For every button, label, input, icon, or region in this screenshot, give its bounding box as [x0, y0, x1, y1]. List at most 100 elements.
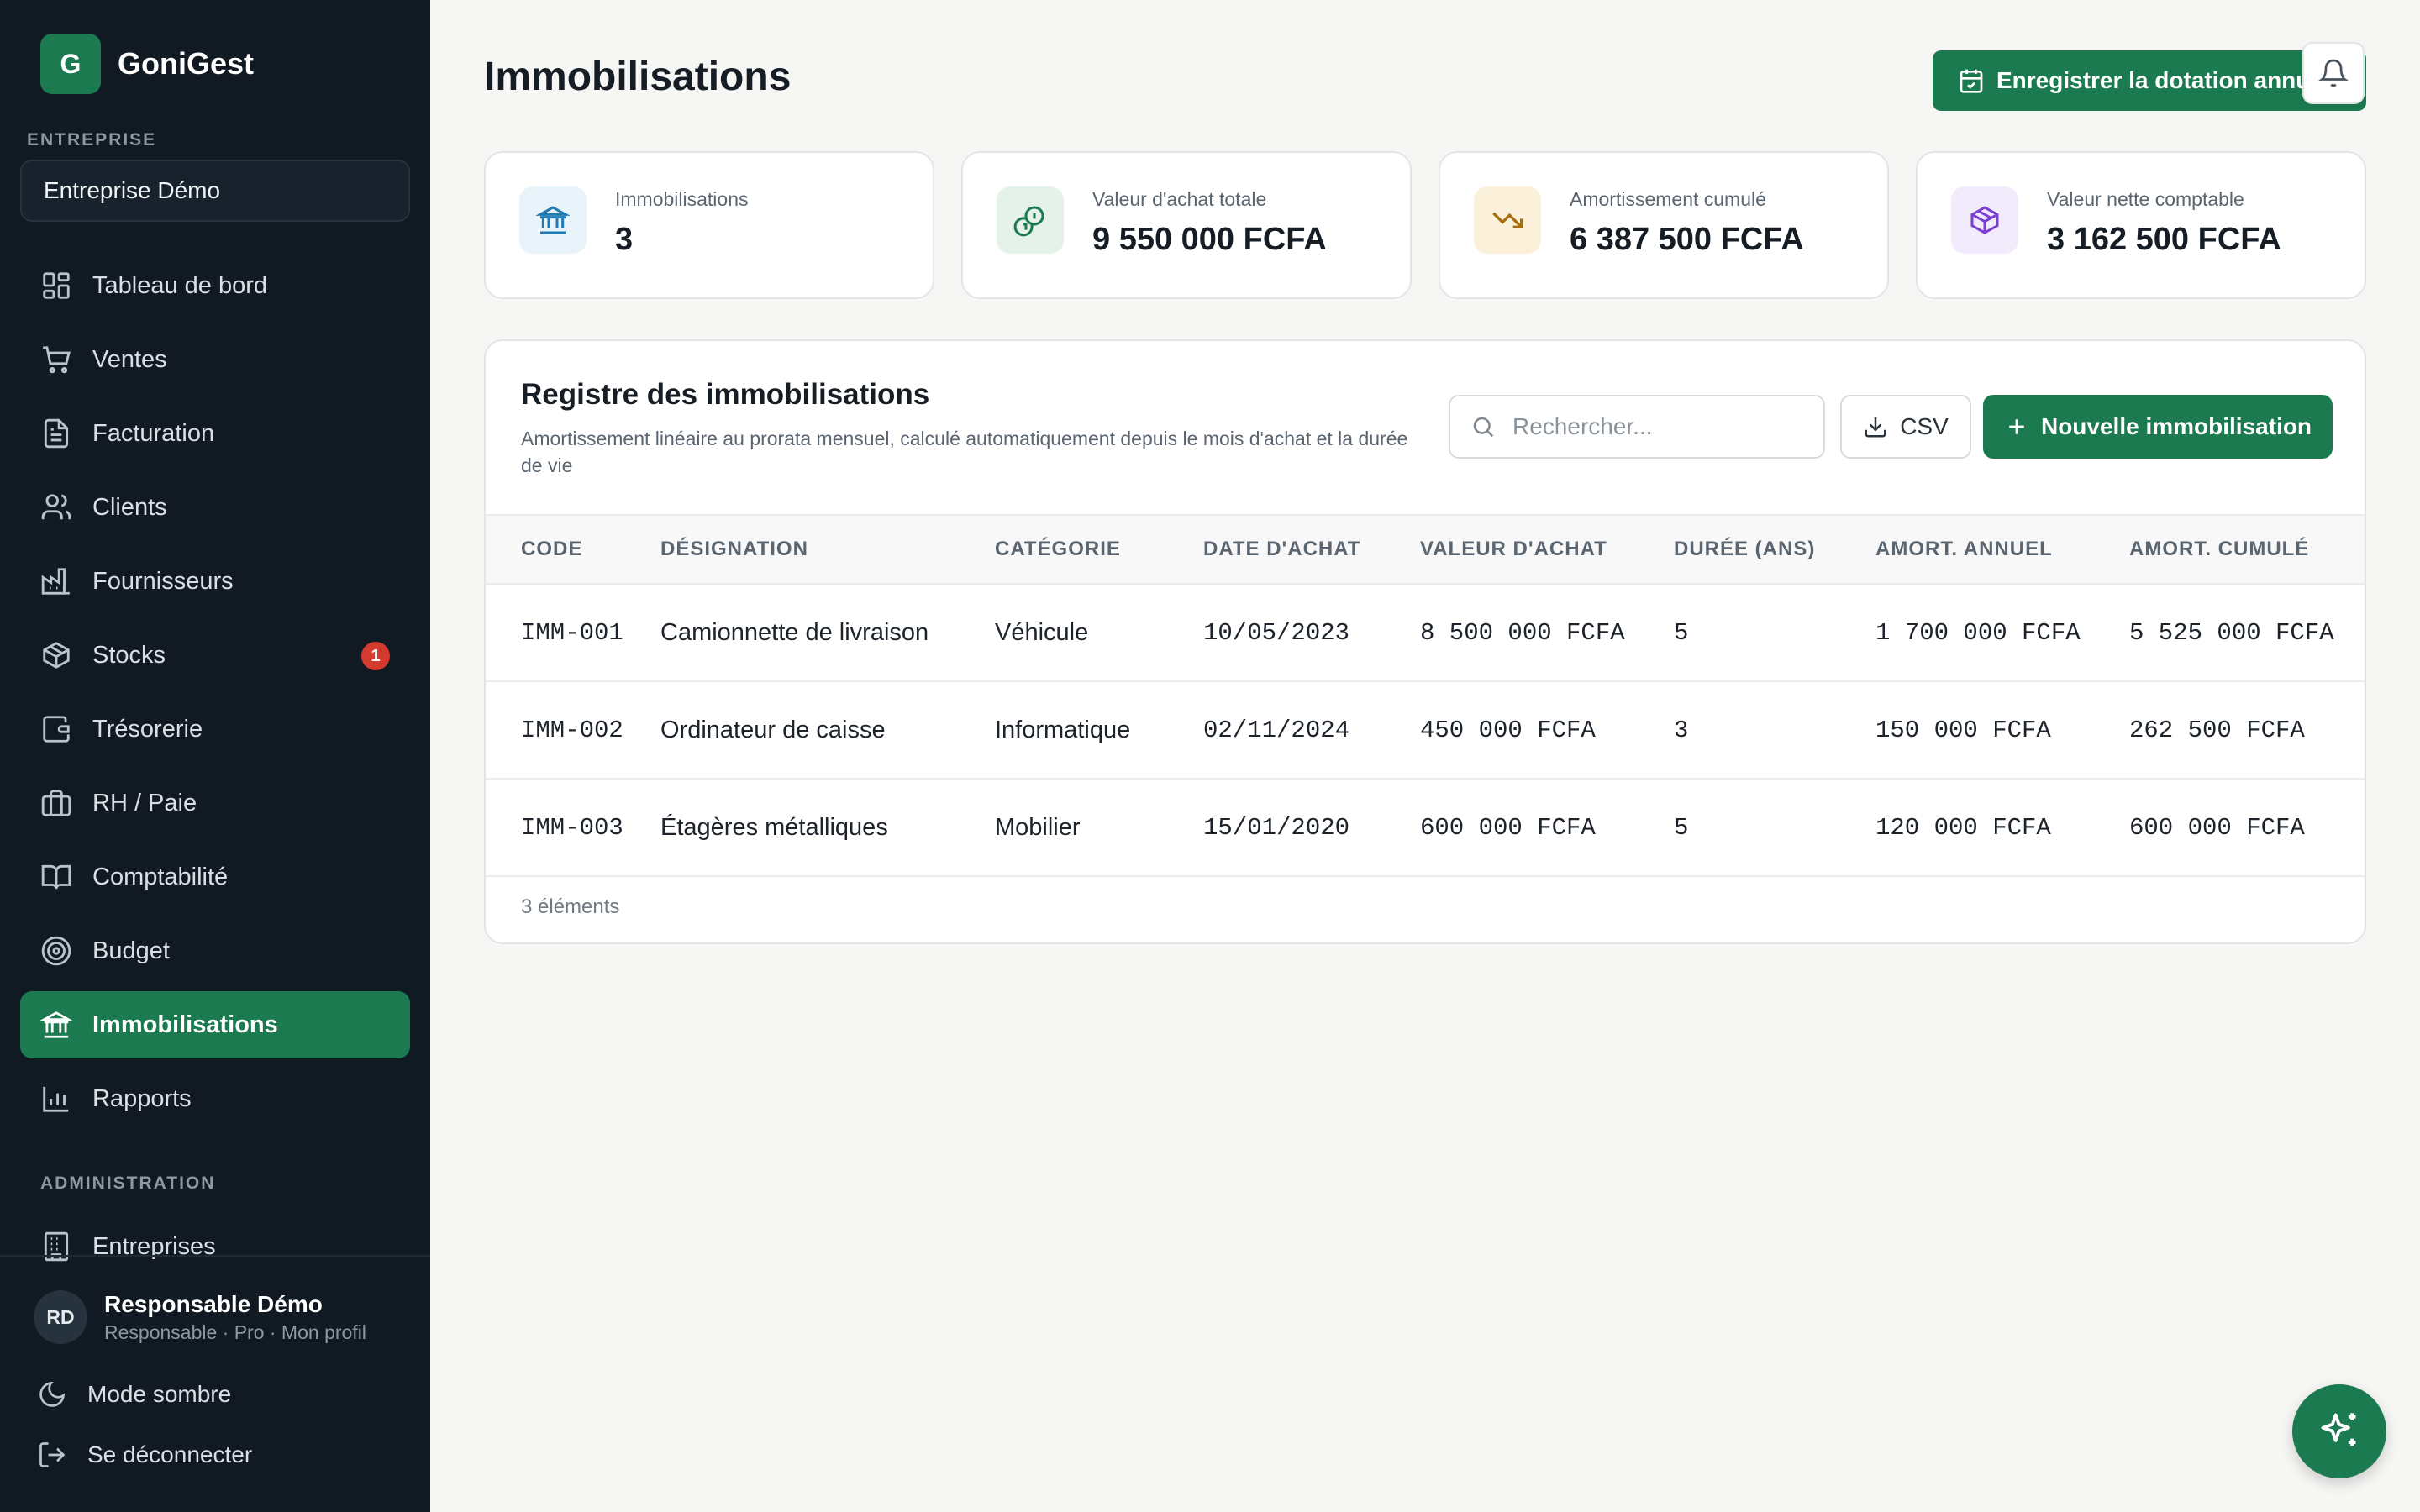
box-icon [1970, 206, 1999, 234]
logout-button[interactable]: Se déconnecter [37, 1440, 252, 1470]
sidebar-item-clients[interactable]: Clients [20, 474, 410, 541]
column-header-duration[interactable]: DURÉE (ANS) [1674, 515, 1876, 584]
cell-purchase-value: 8 500 000 FCFA [1420, 618, 1625, 647]
cell-category: Informatique [995, 716, 1131, 743]
target-icon [41, 936, 71, 966]
sidebar-divider [0, 1255, 430, 1257]
notifications-button[interactable] [2302, 42, 2365, 104]
table-row[interactable]: IMM-003 Étagères métalliques Mobilier 15… [486, 779, 2365, 876]
bank-icon [40, 1011, 72, 1038]
column-header-purchase-value[interactable]: VALEUR D'ACHAT [1420, 515, 1674, 584]
column-header-annual-depreciation[interactable]: AMORT. ANNUEL [1876, 515, 2129, 584]
stat-label: Amortissement cumulé [1570, 188, 1766, 210]
sidebar-item-tableau-de-bord[interactable]: Tableau de bord [20, 252, 410, 319]
column-header-purchase-date[interactable]: DATE D'ACHAT [1203, 515, 1420, 584]
column-header-code[interactable]: CODE [486, 515, 660, 584]
sidebar-item-entreprises[interactable]: Entreprises [40, 1226, 216, 1267]
sidebar-item-fournisseurs[interactable]: Fournisseurs [20, 548, 410, 615]
sidebar-item-label: RH / Paie [92, 789, 197, 816]
sidebar-item-facturation[interactable]: Facturation [20, 400, 410, 467]
table-header-row: CODE DÉSIGNATION CATÉGORIE DATE D'ACHAT … [486, 515, 2365, 584]
export-csv-label: CSV [1900, 413, 1949, 439]
new-asset-label: Nouvelle immobilisation [2040, 413, 2312, 439]
sidebar-item-label: Clients [92, 493, 167, 521]
book-icon [41, 864, 71, 890]
sidebar-item-comptabilite[interactable]: Comptabilité [20, 843, 410, 911]
dark-mode-toggle[interactable]: Mode sombre [37, 1379, 231, 1410]
trending-down-icon [1492, 212, 1523, 228]
document-icon [44, 418, 69, 449]
sidebar-item-immobilisations[interactable]: Immobilisations [20, 991, 410, 1058]
brand-name: GoniGest [118, 46, 255, 81]
table-row[interactable]: IMM-001 Camionnette de livraison Véhicul… [486, 584, 2365, 681]
cell-designation: Camionnette de livraison [660, 618, 929, 646]
cell-annual-depreciation: 150 000 FCFA [1876, 716, 2051, 744]
wallet-icon [43, 716, 70, 743]
company-select[interactable]: Entreprise Démo [20, 160, 410, 222]
sparkles-icon [2321, 1413, 2356, 1446]
sidebar-item-budget[interactable]: Budget [20, 917, 410, 984]
sidebar-item-label: Facturation [92, 419, 215, 447]
register-subtitle: Amortissement linéaire au prorata mensue… [521, 428, 1408, 476]
sidebar-item-label: Fournisseurs [92, 567, 234, 595]
sidebar-item-tresorerie[interactable]: Trésorerie [20, 696, 410, 763]
sidebar-item-rapports[interactable]: Rapports [20, 1065, 410, 1132]
stat-value: 6 387 500 FCFA [1570, 222, 1804, 257]
sidebar-item-ventes[interactable]: Ventes [20, 326, 410, 393]
new-asset-button[interactable]: Nouvelle immobilisation [1983, 395, 2333, 459]
column-header-designation[interactable]: DÉSIGNATION [660, 515, 995, 584]
sidebar-nav: Tableau de bord Ventes Facturation Clien… [20, 252, 410, 1139]
moon-icon [39, 1381, 66, 1407]
cell-duration: 5 [1674, 618, 1689, 647]
admin-section-label: ADMINISTRATION [40, 1173, 216, 1193]
sidebar-item-stocks[interactable]: Stocks 1 [20, 622, 410, 689]
cell-purchase-date: 02/11/2024 [1203, 716, 1350, 744]
package-icon [43, 642, 70, 669]
user-subtitle: Responsable · Pro · Mon profil [104, 1320, 366, 1343]
search-box [1449, 395, 1825, 459]
cell-cumulative-depreciation: 600 000 FCFA [2129, 813, 2305, 842]
cell-annual-depreciation: 1 700 000 FCFA [1876, 618, 2081, 647]
sidebar-item-label: Trésorerie [92, 715, 203, 743]
column-header-category[interactable]: CATÉGORIE [995, 515, 1203, 584]
cell-cumulative-depreciation: 5 525 000 FCFA [2129, 618, 2334, 647]
stat-value: 3 [615, 222, 634, 257]
stat-card-purchase-value: Valeur d'achat totale 9 550 000 FCFA [961, 151, 1412, 299]
sidebar-item-rh-paie[interactable]: RH / Paie [20, 769, 410, 837]
record-annual-depreciation-button[interactable]: Enregistrer la dotation annuelle [1933, 50, 2366, 111]
cell-code: IMM-001 [521, 618, 623, 647]
download-icon [1865, 417, 1886, 438]
stat-label: Valeur nette comptable [2047, 188, 2244, 210]
stat-card-cumulative-depreciation: Amortissement cumulé 6 387 500 FCFA [1439, 151, 1889, 299]
export-csv-button[interactable]: CSV [1840, 395, 1971, 459]
bank-icon [536, 206, 570, 234]
search-icon [1473, 417, 1494, 438]
stat-label: Immobilisations [615, 188, 749, 210]
column-header-cumulative-depreciation[interactable]: AMORT. CUMULÉ [2129, 515, 2365, 584]
stat-icon-box [1951, 186, 2018, 254]
cell-duration: 5 [1674, 813, 1689, 842]
logout-icon [39, 1442, 66, 1467]
sidebar-item-label: Budget [92, 937, 170, 964]
cell-designation: Étagères métalliques [660, 813, 888, 841]
stat-label: Valeur d'achat totale [1092, 188, 1267, 210]
stat-value: 9 550 000 FCFA [1092, 222, 1327, 257]
cell-purchase-date: 10/05/2023 [1203, 618, 1350, 647]
users-icon [41, 494, 71, 520]
user-name: Responsable Démo [104, 1290, 323, 1317]
stat-icon-box [1474, 186, 1541, 254]
cell-purchase-value: 450 000 FCFA [1420, 716, 1596, 744]
search-input[interactable] [1512, 413, 1815, 440]
cell-code: IMM-003 [521, 813, 623, 842]
company-section-label: ENTREPRISE [27, 130, 157, 150]
brand[interactable]: G GoniGest [40, 34, 254, 94]
dashboard-icon [43, 272, 70, 299]
page-title: Immobilisations [484, 55, 792, 99]
sidebar-item-label: Tableau de bord [92, 271, 267, 299]
table-row[interactable]: IMM-002 Ordinateur de caisse Informatiqu… [486, 681, 2365, 779]
cell-cumulative-depreciation: 262 500 FCFA [2129, 716, 2305, 744]
ai-assistant-button[interactable] [2292, 1384, 2386, 1478]
cell-code: IMM-002 [521, 716, 623, 744]
logout-label: Se déconnecter [87, 1441, 253, 1467]
user-profile[interactable]: RD Responsable Démo Responsable · Pro · … [34, 1290, 366, 1344]
